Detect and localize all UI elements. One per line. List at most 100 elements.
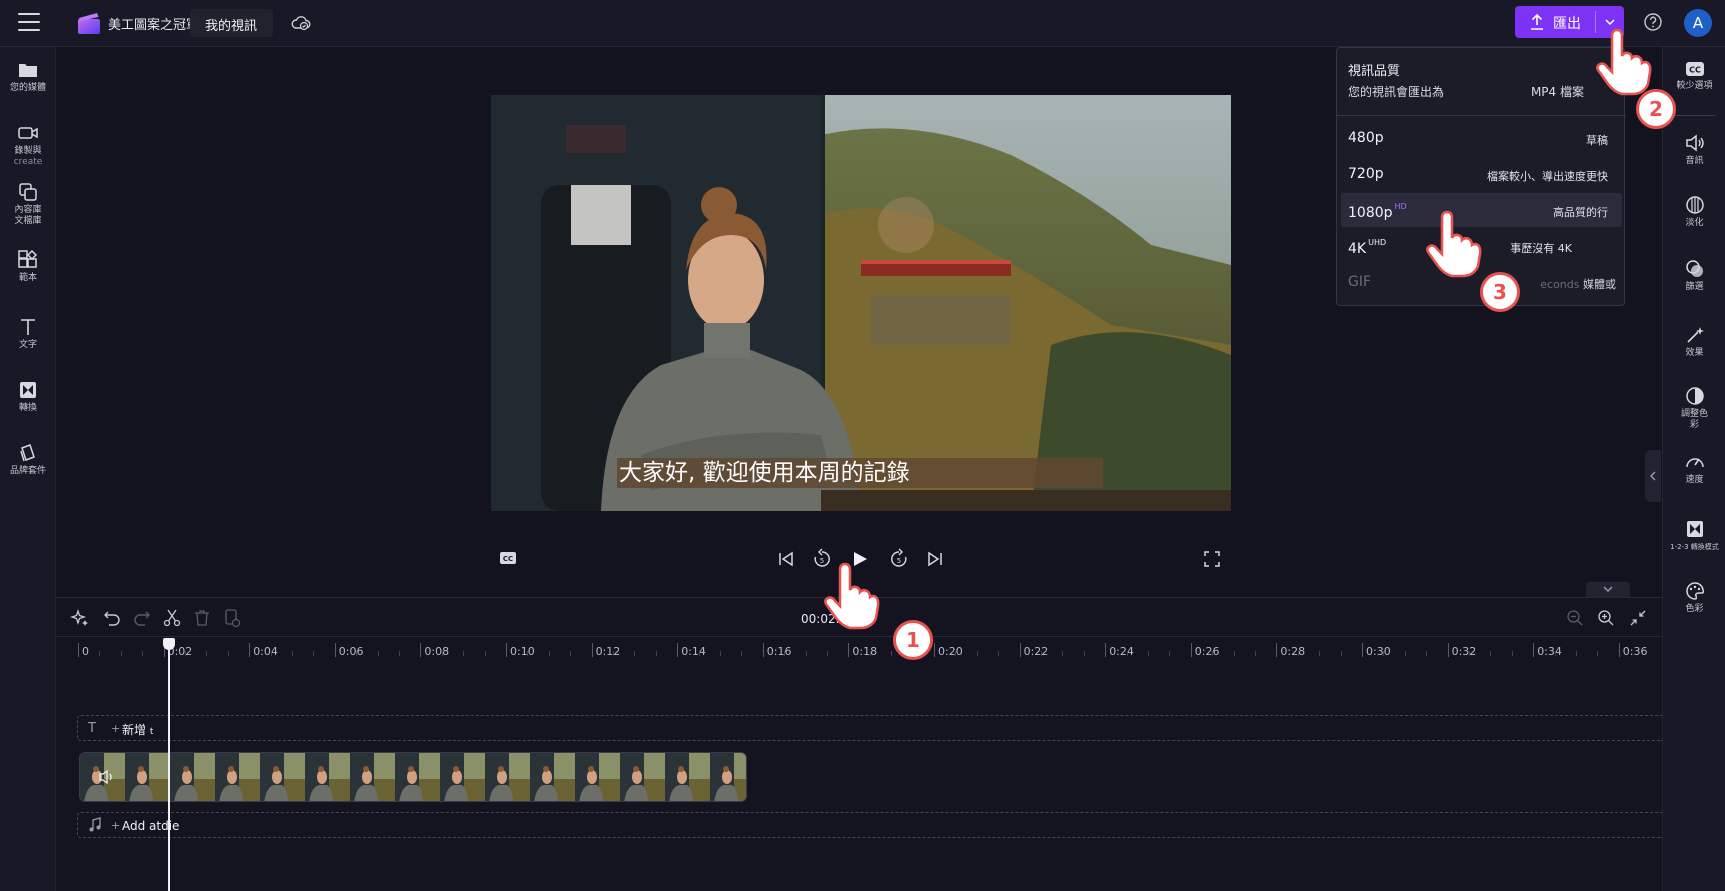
export-format: MP4 檔案 bbox=[1530, 85, 1584, 99]
quality-option-720p[interactable]: 720p 檔案較小、導出速度更快 bbox=[1341, 157, 1622, 191]
video-clip[interactable] bbox=[79, 752, 747, 802]
menu-divider bbox=[1337, 115, 1626, 116]
audio-track-drop-zone[interactable]: + Add atdie bbox=[77, 812, 1662, 838]
quality-resolution: 480p bbox=[1348, 130, 1384, 146]
undo-icon[interactable] bbox=[102, 608, 122, 628]
sidebar-item-label: 文字 bbox=[18, 340, 37, 350]
property-color[interactable]: 色彩 bbox=[1663, 581, 1725, 615]
video-preview[interactable] bbox=[491, 95, 1231, 511]
skip-to-start-icon[interactable] bbox=[777, 550, 795, 568]
sidebar-item-your-media[interactable]: 您的媒體 bbox=[0, 60, 56, 94]
clip-thumbnail bbox=[485, 753, 531, 801]
ruler-minor-tick bbox=[206, 651, 208, 656]
clip-thumbnail bbox=[440, 753, 486, 801]
folder-icon bbox=[19, 64, 37, 77]
ruler-minor-tick bbox=[1062, 651, 1064, 656]
avatar[interactable]: A bbox=[1684, 9, 1712, 37]
clip-audio-icon[interactable] bbox=[98, 768, 116, 786]
sidebar-item-record-create[interactable]: 錄製與 create bbox=[0, 123, 56, 167]
ruler-tick-label: 0:08 bbox=[424, 645, 450, 658]
adjust-colors-icon bbox=[1685, 387, 1704, 405]
captions-toggle-icon[interactable]: CC bbox=[499, 551, 517, 565]
chevron-down-icon bbox=[1603, 586, 1613, 592]
collapse-preview-button[interactable] bbox=[1586, 582, 1630, 598]
menu-title: 視訊品質 bbox=[1348, 64, 1401, 79]
ruler-minor-tick bbox=[827, 651, 828, 656]
step-badge-3: 3 bbox=[1480, 272, 1520, 312]
sidebar-item-content-library[interactable]: 內容庫文檔庫 bbox=[0, 182, 56, 227]
quality-resolution: 4K UHD bbox=[1348, 238, 1386, 257]
pointer-hand-icon bbox=[824, 562, 880, 630]
ruler-minor-tick bbox=[1340, 651, 1342, 656]
sidebar-item-label: 內容庫文檔庫 bbox=[14, 205, 42, 226]
quality-description: econds 媒體或 bbox=[1540, 276, 1616, 292]
ruler-minor-tick bbox=[142, 651, 144, 656]
zoom-out-icon[interactable] bbox=[1565, 608, 1585, 628]
sidebar-item-brand-kit[interactable]: 品牌套件 bbox=[0, 443, 56, 477]
ruler-minor-tick bbox=[292, 651, 293, 656]
forward-5-icon[interactable]: 5 bbox=[889, 548, 909, 570]
zoom-in-icon[interactable] bbox=[1596, 608, 1616, 628]
property-audio[interactable]: 音訊 bbox=[1663, 133, 1725, 167]
property-fade[interactable]: 淡化 bbox=[1663, 195, 1725, 229]
ruler-minor-tick bbox=[869, 651, 871, 656]
property-adjust-colors[interactable]: 調整色彩 bbox=[1663, 386, 1725, 431]
top-bar: 美工圖案之冠軍 我的視訊 匯出 A bbox=[0, 0, 1725, 47]
sidebar-item-label: 品牌套件 bbox=[9, 466, 46, 476]
text-track-drop-zone[interactable]: T + 新增 t bbox=[77, 715, 1662, 741]
sidebar-item-templates[interactable]: 範本 bbox=[0, 250, 56, 284]
ruler-tick-label: 0:12 bbox=[595, 645, 621, 658]
ruler-minor-tick bbox=[1233, 651, 1235, 656]
transition-mode-icon bbox=[1686, 521, 1703, 537]
menu-icon[interactable] bbox=[18, 13, 40, 31]
ruler-tick-label: 0:20 bbox=[938, 645, 963, 658]
property-transition-mode[interactable]: 1-2-3 轉換模式 bbox=[1663, 519, 1725, 553]
step-badge-2: 2 bbox=[1636, 89, 1676, 129]
clip-thumbnail bbox=[215, 753, 261, 801]
split-icon[interactable] bbox=[162, 608, 182, 628]
ruler-minor-tick bbox=[356, 651, 358, 656]
audio-track-plus: + bbox=[111, 819, 121, 832]
delete-icon[interactable] bbox=[192, 608, 212, 628]
collapse-right-panel-button[interactable] bbox=[1645, 450, 1661, 502]
playhead[interactable] bbox=[168, 641, 170, 891]
property-captions[interactable]: CC 較少選項 bbox=[1663, 60, 1725, 92]
playhead-handle[interactable] bbox=[163, 638, 175, 650]
redo-icon[interactable] bbox=[132, 608, 152, 628]
cloud-sync-icon[interactable] bbox=[291, 13, 311, 33]
duplicate-icon[interactable] bbox=[222, 608, 242, 628]
ruler-tick-label: 0:14 bbox=[681, 645, 706, 658]
fade-icon bbox=[1685, 196, 1704, 214]
ruler-tick-label: 0:34 bbox=[1537, 645, 1562, 658]
ruler-minor-tick bbox=[1404, 651, 1406, 656]
clipchamp-logo-icon bbox=[78, 13, 100, 34]
sidebar-item-transitions[interactable]: 轉換 bbox=[0, 380, 56, 414]
fullscreen-icon[interactable] bbox=[1204, 551, 1220, 567]
quality-option-480p[interactable]: 480p 草稿 bbox=[1341, 121, 1622, 155]
quality-description: 草稿 bbox=[1586, 134, 1608, 147]
skip-to-end-icon[interactable] bbox=[926, 550, 944, 568]
property-label: 色彩 bbox=[1685, 604, 1704, 614]
magic-edit-icon[interactable] bbox=[70, 608, 90, 628]
ruler-tick bbox=[1276, 643, 1278, 657]
audio-icon bbox=[1685, 134, 1704, 152]
sidebar-item-text[interactable]: 文字 bbox=[0, 317, 56, 351]
camera-icon bbox=[18, 127, 38, 139]
property-filters[interactable]: 篩選 bbox=[1663, 259, 1725, 293]
resolution-text: 1080p bbox=[1348, 205, 1393, 221]
property-speed[interactable]: 速度 bbox=[1663, 452, 1725, 486]
ruler-minor-tick bbox=[698, 651, 700, 656]
ruler-tick bbox=[677, 643, 679, 657]
project-name-field[interactable]: 我的視訊 bbox=[190, 9, 274, 37]
sidebar-item-label: 您的媒體 bbox=[9, 83, 46, 93]
chevron-down-icon[interactable] bbox=[1604, 16, 1616, 28]
timeline-ruler[interactable]: 0 0:02 0:04 0:06 0:08 0:10 0:12 0:14 0:16 0:18 0:2… bbox=[56, 636, 1662, 666]
ruler-minor-tick bbox=[313, 651, 315, 656]
property-effects[interactable]: 效果 bbox=[1663, 325, 1725, 359]
caption-overlay[interactable]: 大家好, 歡迎使用本周的記錄 bbox=[617, 458, 1103, 488]
fit-timeline-icon[interactable] bbox=[1628, 608, 1648, 628]
ruler-minor-tick bbox=[1511, 651, 1513, 656]
ruler-minor-tick bbox=[720, 651, 721, 656]
property-label: 篩選 bbox=[1685, 282, 1704, 292]
ruler-tick-label: 0 bbox=[82, 645, 89, 658]
